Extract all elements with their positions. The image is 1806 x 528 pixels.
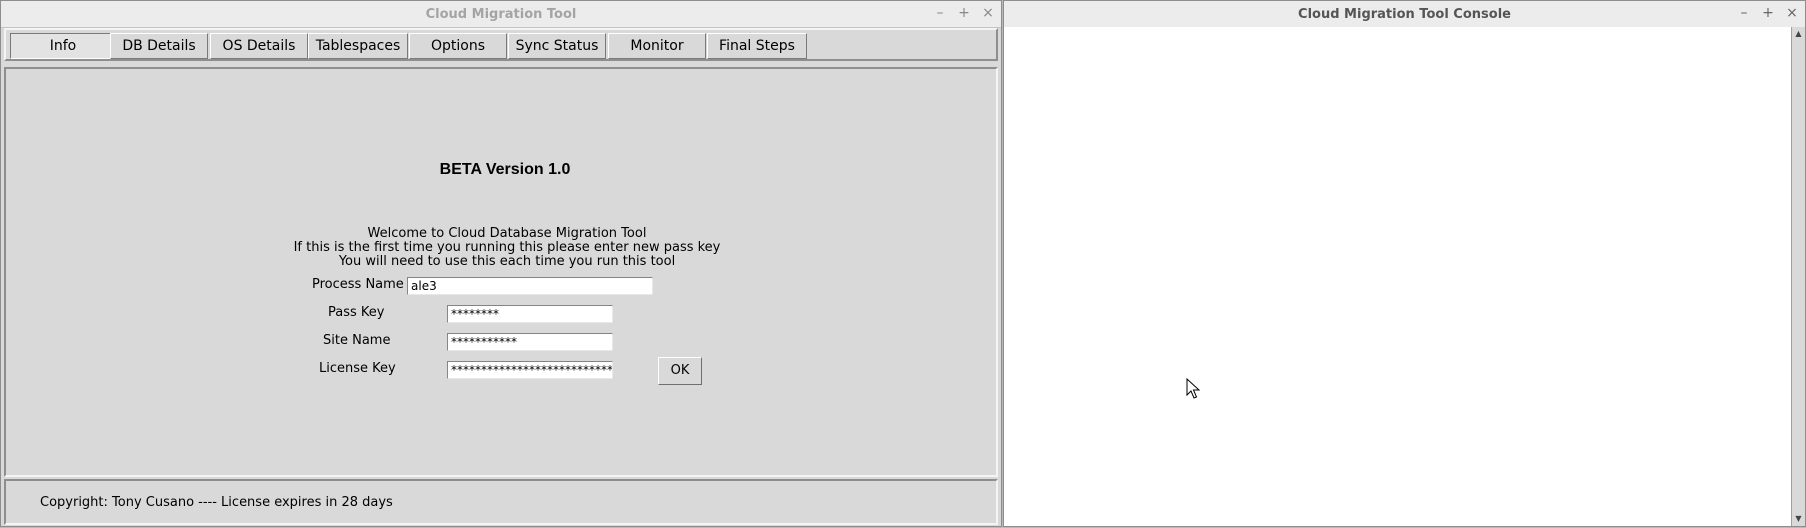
tab-options[interactable]: Options [409,33,507,59]
main-titlebar[interactable]: Cloud Migration Tool – + × [1,1,1001,28]
tab-tablespaces[interactable]: Tablespaces [308,33,408,59]
site-name-label: Site Name [323,333,391,348]
close-icon[interactable]: × [1785,5,1799,21]
console-output[interactable] [1004,27,1791,526]
main-window: Cloud Migration Tool – + × Info DB Detai… [0,0,1002,527]
welcome-line: If this is the first time you running th… [293,240,721,255]
scroll-down-icon[interactable]: ▼ [1792,512,1805,526]
info-panel: BETA Version 1.0 Welcome to Cloud Databa… [4,67,998,477]
mouse-cursor-icon [1186,378,1200,399]
site-name-input[interactable]: *********** [447,333,613,351]
console-window-title: Cloud Migration Tool Console [1298,7,1511,22]
tab-bar: Info DB Details OS Details Tablespaces O… [4,28,998,61]
tab-os-details[interactable]: OS Details [210,33,308,59]
close-icon[interactable]: × [981,5,995,21]
license-key-label: License Key [319,361,396,376]
console-titlebar[interactable]: Cloud Migration Tool Console – + × [1004,1,1805,28]
welcome-line: You will need to use this each time you … [338,254,676,269]
license-key-input[interactable]: **************************** [447,361,613,379]
page-title: BETA Version 1.0 [439,161,571,178]
console-window-controls: – + × [1737,5,1799,21]
console-window: Cloud Migration Tool Console – + × ▲ ▼ [1003,0,1806,527]
process-name-label: Process Name [312,277,404,292]
main-window-title: Cloud Migration Tool [425,7,577,22]
tab-monitor[interactable]: Monitor [608,33,706,59]
tab-final-steps[interactable]: Final Steps [707,33,807,59]
tab-db-details[interactable]: DB Details [110,33,208,59]
ok-button[interactable]: OK [658,357,702,385]
console-scrollbar[interactable]: ▲ ▼ [1791,27,1805,526]
tab-info[interactable]: Info [10,33,116,59]
welcome-line: Welcome to Cloud Database Migration Tool [367,226,647,241]
status-bar: Copyright: Tony Cusano ---- License expi… [4,479,998,525]
minimize-icon[interactable]: – [933,5,947,21]
main-window-controls: – + × [933,5,995,21]
maximize-icon[interactable]: + [1761,5,1775,21]
pass-key-label: Pass Key [328,305,385,320]
minimize-icon[interactable]: – [1737,5,1751,21]
tab-sync-status[interactable]: Sync Status [508,33,606,59]
scroll-up-icon[interactable]: ▲ [1792,27,1805,41]
process-name-input[interactable]: ale3 [407,277,653,295]
pass-key-input[interactable]: ******** [447,305,613,323]
maximize-icon[interactable]: + [957,5,971,21]
status-text: Copyright: Tony Cusano ---- License expi… [40,495,393,510]
